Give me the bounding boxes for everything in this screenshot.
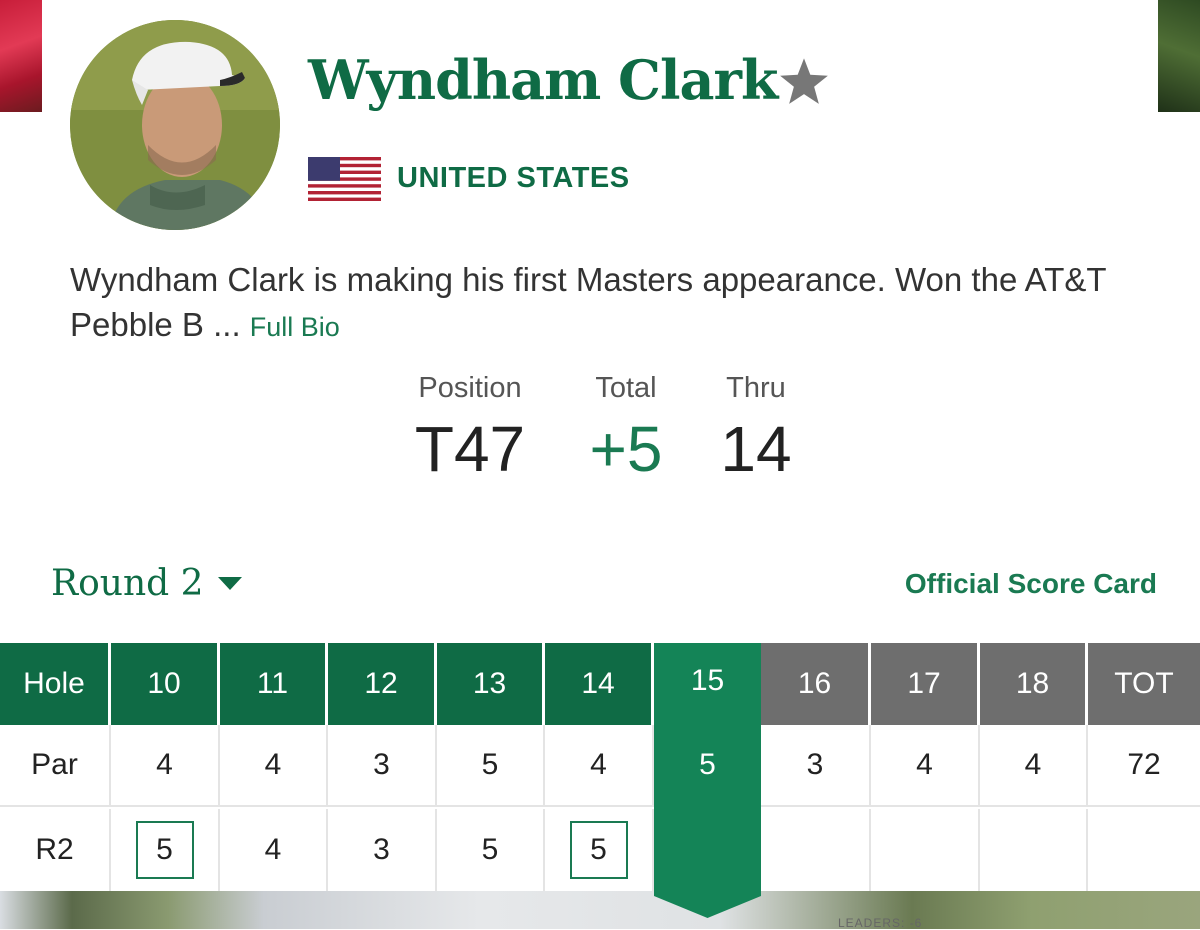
round-2-score-row: R2 5 4 3 5 5	[0, 809, 1200, 891]
par-cell: 72	[1088, 725, 1200, 807]
score-cell	[980, 809, 1088, 891]
stat-label: Position	[418, 372, 522, 404]
par-cell: 4	[545, 725, 654, 807]
current-hole-number: 15	[690, 664, 725, 697]
stat-label: Total	[595, 372, 657, 404]
score-cell: 5	[437, 809, 545, 891]
par-cell: 4	[980, 725, 1088, 807]
par-cell: 3	[761, 725, 871, 807]
stat-label: Thru	[726, 372, 786, 404]
par-cell: 5	[437, 725, 545, 807]
stat-position: Position T47	[410, 372, 530, 481]
bogey-box: 5	[569, 821, 628, 879]
leaders-overlay-text: LEADERS: -6	[838, 916, 923, 930]
stat-value: +5	[589, 413, 663, 485]
par-cell: 4	[111, 725, 220, 807]
score-cell: R2	[0, 809, 111, 891]
stat-total: Total +5	[570, 372, 682, 481]
bogey-box: 5	[135, 821, 194, 879]
score-cell	[1088, 809, 1200, 891]
score-cell: 5	[545, 809, 654, 891]
stat-value: T47	[414, 413, 526, 485]
header-cell: 12	[328, 643, 437, 725]
stat-value: 14	[720, 413, 792, 485]
chevron-down-icon	[217, 576, 242, 590]
header-cell: 16	[761, 643, 871, 725]
favorite-star-icon[interactable]	[776, 55, 832, 109]
bio-text: Wyndham Clark is making his first Master…	[70, 261, 1106, 343]
current-hole-par: 5	[699, 748, 716, 781]
header-cell: 14	[545, 643, 654, 725]
official-score-card-link[interactable]: Official Score Card	[905, 568, 1157, 600]
full-bio-link[interactable]: Full Bio	[250, 312, 340, 342]
background-course-photo	[0, 891, 1200, 929]
player-photo	[70, 20, 280, 230]
stat-thru: Thru 14	[712, 372, 800, 481]
player-bio: Wyndham Clark is making his first Master…	[70, 257, 1150, 350]
header-cell: TOT	[1088, 643, 1200, 725]
header-cell: 18	[980, 643, 1088, 725]
score-cell: 3	[328, 809, 437, 891]
score-cell: 5	[111, 809, 220, 891]
par-cell: 4	[220, 725, 328, 807]
player-avatar	[70, 20, 280, 230]
round-selector[interactable]: Round 2	[51, 563, 242, 604]
score-cell	[871, 809, 980, 891]
par-row: Par 4 4 3 5 4 3 4 4 72	[0, 725, 1200, 807]
score-cell	[761, 809, 871, 891]
par-cell: Par	[0, 725, 111, 807]
background-flower-left	[0, 0, 42, 112]
header-cell: Hole	[0, 643, 111, 725]
header-cell: 10	[111, 643, 220, 725]
player-name: Wyndham Clark	[308, 48, 778, 112]
par-cell: 4	[871, 725, 980, 807]
hole-header-row: Hole 10 11 12 13 14 16 17 18 TOT	[0, 643, 1200, 725]
header-cell: 11	[220, 643, 328, 725]
player-country: UNITED STATES	[397, 162, 630, 194]
par-cell: 3	[328, 725, 437, 807]
round-selector-label: Round 2	[51, 563, 204, 604]
header-cell: 17	[871, 643, 980, 725]
us-flag-icon	[308, 157, 381, 201]
score-cell: 4	[220, 809, 328, 891]
background-foliage-right	[1158, 0, 1200, 112]
header-cell: 13	[437, 643, 545, 725]
